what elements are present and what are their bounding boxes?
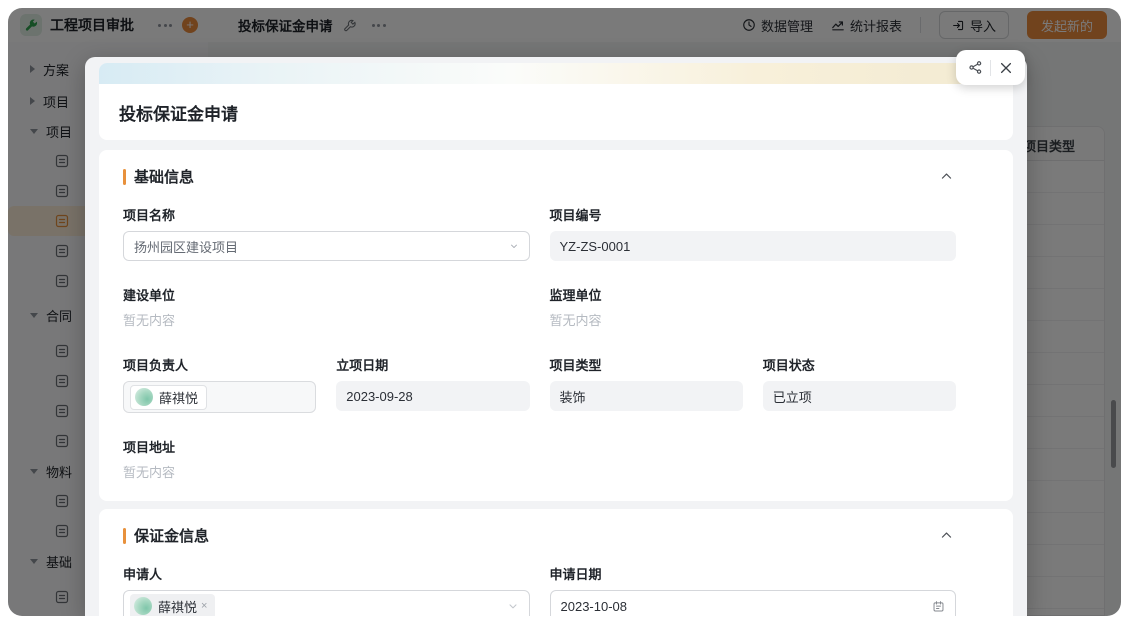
field-label: 申请日期 bbox=[549, 567, 602, 582]
project-status-value: 已立项 bbox=[762, 381, 956, 411]
chevron-up-icon[interactable] bbox=[940, 529, 989, 542]
empty-value: 暂无内容 bbox=[123, 313, 176, 328]
section-accent-bar bbox=[123, 527, 126, 544]
owner-field[interactable]: 薛祺悦 bbox=[123, 381, 317, 413]
field-start-date: 立项日期 2023-09-28 bbox=[336, 355, 530, 413]
project-type-value: 装饰 bbox=[549, 381, 743, 411]
section-title: 基础信息 bbox=[134, 169, 195, 186]
remove-tag-icon[interactable]: × bbox=[201, 600, 207, 612]
field-project-type: 项目类型 装饰 bbox=[549, 355, 743, 413]
field-label: 申请人 bbox=[123, 567, 163, 582]
apply-date-input[interactable]: 2023-10-08 bbox=[549, 590, 956, 616]
field-label: 建设单位 bbox=[123, 288, 176, 303]
modal-action-pill bbox=[956, 50, 1025, 85]
select-value: 扬州园区建设项目 bbox=[134, 239, 239, 255]
title-gradient-banner bbox=[99, 63, 1013, 84]
field-label: 项目地址 bbox=[123, 440, 176, 455]
person-tag: 薛祺悦 bbox=[130, 384, 208, 410]
person-tag: 薛祺悦 × bbox=[130, 593, 216, 616]
applicant-select[interactable]: 薛祺悦 × bbox=[123, 590, 530, 616]
chevron-down-icon bbox=[507, 600, 519, 612]
field-address: 项目地址 暂无内容 bbox=[123, 437, 530, 483]
deposit-info-card: 保证金信息 申请人 薛祺悦 × 申请日期 2023-10-08 bbox=[99, 509, 1013, 616]
field-build-unit: 建设单位 暂无内容 bbox=[123, 285, 530, 331]
empty-value: 暂无内容 bbox=[123, 465, 176, 480]
field-project-name: 项目名称 扬州园区建设项目 bbox=[123, 205, 530, 261]
field-owner: 项目负责人 薛祺悦 bbox=[123, 355, 317, 413]
avatar bbox=[134, 597, 152, 615]
share-icon[interactable] bbox=[960, 54, 990, 82]
field-label: 项目名称 bbox=[123, 208, 176, 223]
field-supervise-unit: 监理单位 暂无内容 bbox=[550, 285, 957, 331]
section-title: 保证金信息 bbox=[134, 528, 210, 545]
field-label: 项目负责人 bbox=[123, 358, 189, 373]
person-name: 薛祺悦 bbox=[159, 390, 199, 406]
app-window: 工程项目审批 + 投标保证金申请 数据管理 统计报表 导入 发起新的 bbox=[8, 8, 1121, 616]
bid-deposit-modal: 投标保证金申请 基础信息 项目名称 扬州园区建设项目 项目编号 YZ-ZS-00… bbox=[85, 57, 1027, 616]
section-accent-bar bbox=[123, 168, 126, 185]
empty-value: 暂无内容 bbox=[549, 313, 602, 328]
field-project-status: 项目状态 已立项 bbox=[762, 355, 956, 413]
field-label: 监理单位 bbox=[549, 288, 602, 303]
modal-title: 投标保证金申请 bbox=[119, 104, 238, 124]
caret-down-icon bbox=[509, 241, 519, 251]
calendar-icon bbox=[932, 600, 945, 613]
person-name: 薛祺悦 bbox=[158, 599, 198, 615]
start-date-value: 2023-09-28 bbox=[336, 381, 530, 411]
chevron-up-icon[interactable] bbox=[940, 170, 989, 183]
date-value: 2023-10-08 bbox=[560, 598, 628, 614]
field-label: 项目状态 bbox=[762, 358, 815, 373]
avatar bbox=[135, 388, 153, 406]
field-label: 项目编号 bbox=[549, 208, 602, 223]
field-applicant: 申请人 薛祺悦 × bbox=[123, 564, 530, 616]
modal-title-card: 投标保证金申请 bbox=[99, 63, 1013, 140]
project-no-value: YZ-ZS-0001 bbox=[549, 231, 956, 261]
close-icon[interactable] bbox=[991, 54, 1021, 82]
project-name-select[interactable]: 扬州园区建设项目 bbox=[123, 231, 530, 261]
field-label: 立项日期 bbox=[336, 358, 389, 373]
field-label: 项目类型 bbox=[549, 358, 602, 373]
field-apply-date: 申请日期 2023-10-08 bbox=[549, 564, 956, 616]
basic-info-card: 基础信息 项目名称 扬州园区建设项目 项目编号 YZ-ZS-0001 建设单位 bbox=[99, 150, 1013, 501]
field-project-no: 项目编号 YZ-ZS-0001 bbox=[549, 205, 956, 261]
